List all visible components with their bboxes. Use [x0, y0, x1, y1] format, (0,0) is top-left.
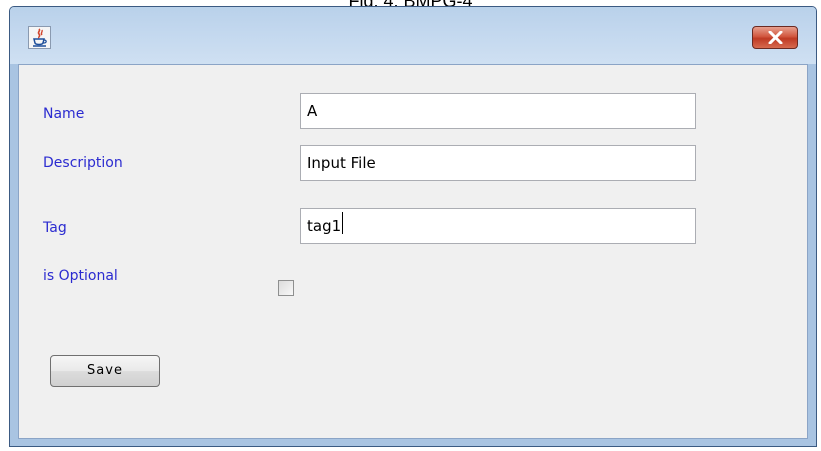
description-label: Description — [43, 155, 123, 171]
tag-label: Tag — [43, 220, 67, 236]
name-field[interactable] — [300, 93, 696, 129]
dialog-content: Name Description Tag is Optional Save — [18, 64, 808, 439]
description-field[interactable] — [300, 145, 696, 181]
title-bar[interactable] — [10, 7, 816, 64]
java-cup-icon[interactable] — [28, 26, 51, 49]
tag-field[interactable] — [300, 208, 696, 244]
optional-label: is Optional — [43, 268, 118, 284]
close-icon — [768, 31, 783, 44]
close-button[interactable] — [752, 26, 798, 49]
dialog-window: Name Description Tag is Optional Save — [9, 6, 817, 447]
optional-checkbox[interactable] — [278, 280, 294, 296]
save-button[interactable]: Save — [50, 355, 160, 387]
name-label: Name — [43, 106, 85, 122]
text-caret — [342, 212, 344, 234]
